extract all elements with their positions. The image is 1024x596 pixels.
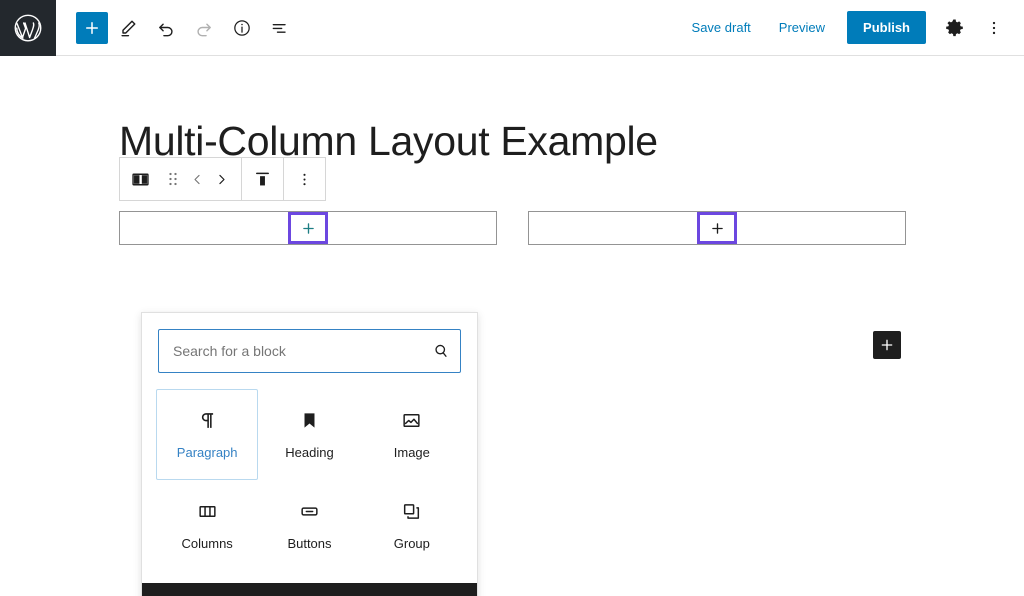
details-button[interactable] (224, 10, 260, 46)
block-editor-screen: Save draft Preview Publish Multi-Column … (0, 0, 1024, 596)
block-item-paragraph[interactable]: Paragraph (156, 389, 259, 480)
block-item-label: Heading (285, 444, 334, 460)
block-item-label: Image (393, 444, 430, 460)
redo-button[interactable] (186, 10, 222, 46)
heading-bookmark-icon (299, 410, 320, 431)
publish-button[interactable]: Publish (847, 11, 926, 44)
column-two-appender[interactable] (697, 212, 737, 244)
drag-handle-dots-icon[interactable] (161, 158, 185, 200)
group-icon (401, 501, 422, 522)
move-up-icon[interactable] (185, 158, 209, 200)
list-view-button[interactable] (262, 10, 298, 46)
columns-icon (197, 501, 218, 522)
standalone-add-block-button[interactable] (873, 331, 901, 359)
columns-block-icon[interactable] (120, 158, 161, 200)
search-field-wrapper (158, 329, 461, 373)
editor-canvas: Multi-Column Layout Example Search for a… (0, 56, 1024, 596)
block-item-label: Paragraph (176, 444, 238, 460)
move-down-icon[interactable] (209, 158, 233, 200)
settings-gear-icon[interactable] (936, 10, 972, 46)
tools-button[interactable] (110, 10, 146, 46)
align-top-icon[interactable] (242, 158, 283, 200)
block-toolbar-group-options (283, 158, 325, 200)
block-toolbar-group-align (241, 158, 283, 200)
block-item-label: Columns (181, 535, 233, 551)
column-two[interactable] (528, 211, 906, 245)
block-item-image[interactable]: Image (361, 389, 463, 480)
header-right-toolbar: Save draft Preview Publish (680, 10, 1024, 46)
add-block-button[interactable] (76, 11, 108, 44)
column-one-appender[interactable] (288, 212, 328, 244)
block-item-columns[interactable]: Columns (156, 480, 258, 571)
block-item-label: Buttons (287, 535, 332, 551)
search-input[interactable] (159, 330, 460, 372)
browse-all-button[interactable]: Browse all (142, 583, 477, 596)
undo-button[interactable] (148, 10, 184, 46)
buttons-icon (299, 501, 320, 522)
header-left-toolbar (76, 10, 298, 46)
inserter-search-area (142, 313, 477, 385)
block-toolbar-group-block (120, 158, 241, 200)
block-options-icon[interactable] (284, 158, 325, 200)
block-inserter-popover: Paragraph Heading (141, 312, 478, 596)
column-one[interactable] (119, 211, 497, 245)
more-options-icon[interactable] (976, 10, 1012, 46)
block-item-group[interactable]: Group (361, 480, 463, 571)
block-item-label: Group (393, 535, 430, 551)
image-icon (401, 410, 422, 431)
wordpress-logo-icon[interactable] (0, 0, 56, 56)
block-item-buttons[interactable]: Buttons (258, 480, 360, 571)
save-draft-button[interactable]: Save draft (680, 12, 763, 43)
search-icon (432, 330, 450, 372)
paragraph-icon (197, 410, 218, 431)
preview-button[interactable]: Preview (767, 12, 837, 43)
block-toolbar (119, 157, 326, 201)
block-type-grid: Paragraph Heading Image Columns Buttons … (142, 385, 477, 583)
block-item-heading[interactable]: Heading (258, 389, 360, 480)
editor-header: Save draft Preview Publish (0, 0, 1024, 56)
